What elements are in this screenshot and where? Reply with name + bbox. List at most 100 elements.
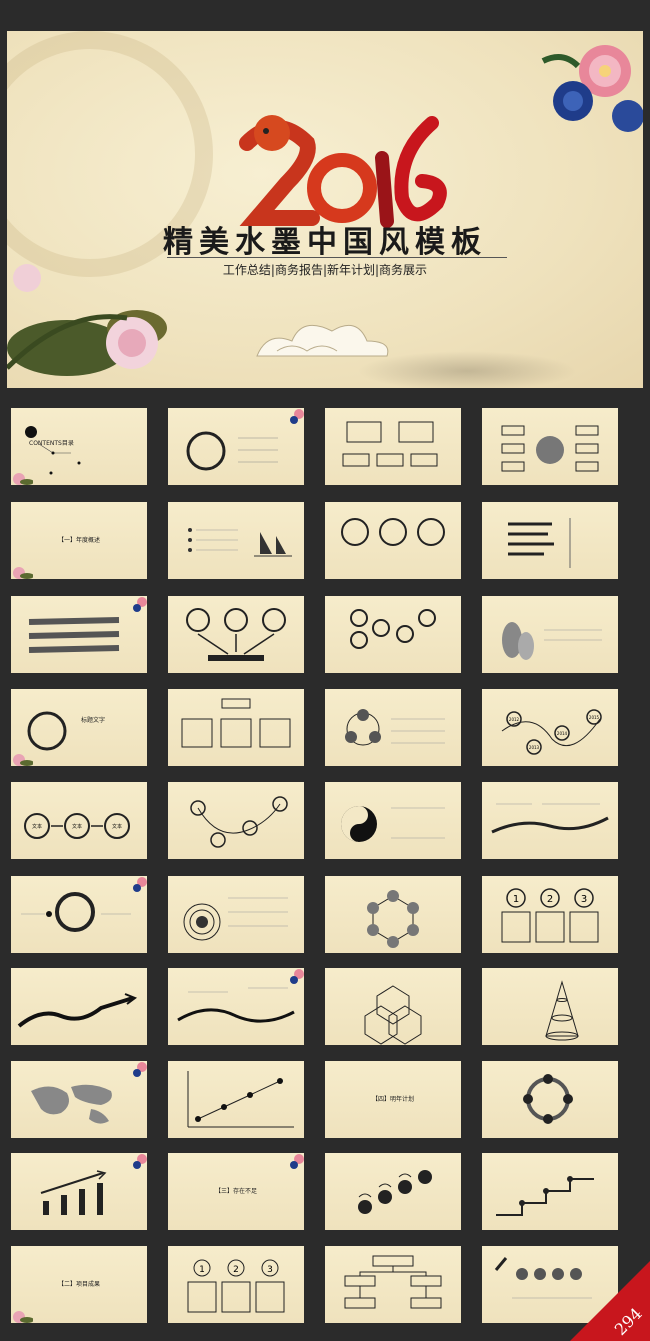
slide-thumb[interactable]	[482, 968, 618, 1045]
slide-thumb[interactable]	[325, 596, 461, 673]
slide-thumb[interactable]	[168, 876, 304, 953]
slide-thumb[interactable]: CONTENTS目录	[11, 408, 147, 485]
flow-label: 文本	[72, 823, 82, 830]
slide-thumb[interactable]: 1 2 3	[482, 876, 618, 953]
three-circles-graphic	[341, 518, 445, 546]
slide-thumb[interactable]	[325, 782, 461, 859]
slide-thumb[interactable]	[168, 689, 304, 766]
slide-thumb[interactable]	[325, 689, 461, 766]
slide-thumb[interactable]	[168, 782, 304, 859]
slide-thumb[interactable]	[168, 408, 304, 485]
slide-thumb[interactable]	[168, 968, 304, 1045]
slide-thumb[interactable]	[168, 502, 304, 579]
numbered-circles-graphic: 1 2 3	[187, 1259, 285, 1313]
slide-thumb[interactable]	[482, 502, 618, 579]
figures-graphic	[502, 622, 602, 660]
cycle-graphic	[345, 709, 445, 746]
step-number: 1	[199, 1265, 205, 1275]
slide-thumb[interactable]	[482, 782, 618, 859]
frames-graphic	[181, 698, 291, 748]
world-map-graphic	[31, 1084, 112, 1124]
year-label: 2014	[557, 731, 568, 736]
slide-thumb[interactable]: 【二】项目成果	[11, 1246, 147, 1323]
flower-icon	[133, 877, 147, 892]
flower-icon	[290, 1154, 304, 1169]
arrow-circles-graphic	[186, 608, 286, 661]
drops-graphic	[350, 609, 436, 649]
org-chart-graphic	[344, 1255, 442, 1309]
section-title: 【二】项目成果	[57, 1281, 100, 1288]
flower-icon	[133, 597, 147, 612]
slide-thumb[interactable]	[482, 596, 618, 673]
flow-circles-graphic: 文本 文本 文本	[24, 813, 130, 839]
slide-thumb[interactable]	[168, 596, 304, 673]
growth-chart-graphic	[187, 1071, 294, 1128]
cone-graphic	[545, 980, 579, 1041]
steps-graphic	[496, 1176, 594, 1216]
slide-thumb[interactable]	[325, 1153, 461, 1230]
slide-thumb[interactable]: 2012 2013 2014 2015	[482, 689, 618, 766]
ink-bars-graphic	[28, 617, 120, 653]
slide-thumb[interactable]	[325, 1246, 461, 1323]
slide-thumb[interactable]	[168, 1061, 304, 1138]
slide-thumb[interactable]	[11, 596, 147, 673]
slide-thumb[interactable]	[11, 968, 147, 1045]
slide-thumb[interactable]	[325, 408, 461, 485]
boat-graphic	[188, 528, 292, 557]
hub-graphic	[501, 425, 599, 472]
ink-swirl-graphic	[21, 892, 131, 932]
slide-thumb[interactable]: 【四】明年计划	[325, 1061, 461, 1138]
brush-wave-graphic	[177, 987, 295, 1023]
slide-thumb[interactable]: 1 2 3	[168, 1246, 304, 1323]
contents-title: CONTENTS目录	[29, 440, 74, 447]
title-divider	[167, 257, 507, 258]
slide-thumb[interactable]: 【一】年度概述	[11, 502, 147, 579]
section-title: 【四】明年计划	[371, 1096, 414, 1103]
ink-wash	[357, 351, 577, 388]
slide-thumb[interactable]: 标题文字	[11, 689, 147, 766]
step-number: 2	[547, 894, 553, 905]
slide-thumb[interactable]: 文本 文本 文本	[11, 782, 147, 859]
year-text: 2016	[217, 103, 220, 104]
brush-strokes-graphic	[508, 518, 571, 568]
yin-yang-graphic	[341, 806, 445, 842]
flow-label: 文本	[32, 823, 42, 830]
hexagon-graphic	[367, 890, 419, 948]
flower-icon	[133, 1154, 147, 1169]
flower-icon	[133, 1062, 147, 1077]
slide-thumb[interactable]	[482, 1061, 618, 1138]
slide-thumb[interactable]	[482, 1153, 618, 1230]
slide-thumb[interactable]	[482, 408, 618, 485]
count-badge: 294	[570, 1261, 650, 1341]
year-2016-graphic: 2016	[217, 103, 447, 228]
cover-slide: 2016 精美水墨中国风模板 工作总结|商务报告|新年计划|商务展示	[7, 31, 643, 388]
slide-thumb[interactable]: 【三】存在不足	[168, 1153, 304, 1230]
numbered-circles-graphic: 1 2 3	[501, 888, 599, 943]
year-label: 2012	[509, 717, 520, 722]
slide-thumb[interactable]	[325, 502, 461, 579]
cover-subtitle: 工作总结|商务报告|新年计划|商务展示	[222, 263, 428, 277]
concentric-graphic	[183, 897, 288, 941]
brush-arrow-graphic	[17, 993, 138, 1028]
bar-arrow-graphic	[40, 1170, 107, 1215]
timeline-graphic: 2012 2013 2014 2015	[501, 709, 602, 755]
flower-icon	[13, 1311, 33, 1323]
slide-thumb[interactable]	[11, 1061, 147, 1138]
section-title: 【三】存在不足	[214, 1188, 257, 1195]
slide-thumb[interactable]	[325, 876, 461, 953]
brush-wave-graphic	[491, 803, 609, 834]
step-number: 2	[233, 1265, 239, 1275]
flower-icon	[290, 969, 304, 984]
stair-circles-graphic	[358, 1170, 432, 1214]
heading-text: 标题文字	[81, 717, 106, 724]
ink-ring-graphic	[186, 431, 278, 471]
slide-thumb[interactable]	[11, 876, 147, 953]
slide-thumb[interactable]	[325, 968, 461, 1045]
slide-thumb[interactable]	[11, 1153, 147, 1230]
step-number: 3	[581, 894, 587, 905]
step-number: 3	[267, 1265, 273, 1275]
flower-icon	[13, 754, 33, 766]
peony-top-right	[541, 45, 643, 132]
step-number: 1	[513, 894, 519, 905]
section-title: 【一】年度概述	[57, 537, 100, 544]
